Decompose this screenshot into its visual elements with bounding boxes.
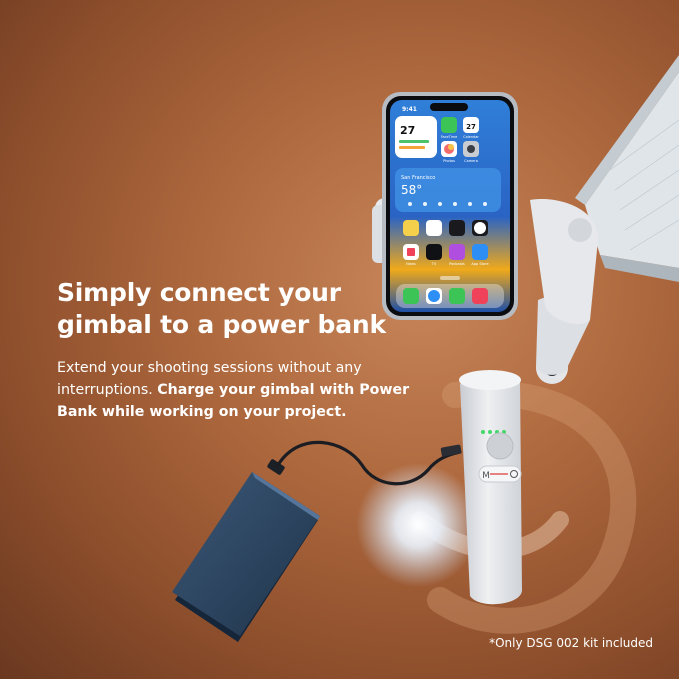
headline: Simply connect your gimbal to a power ba…	[57, 277, 386, 341]
joystick	[486, 432, 514, 460]
dynamic-island	[430, 103, 468, 111]
calendar-app-label: Calendar	[463, 135, 479, 139]
music-app-icon	[472, 288, 488, 304]
headline-line-1: Simply connect your	[57, 278, 341, 307]
phone-app-icon	[403, 288, 419, 304]
calendar-widget	[395, 116, 437, 158]
smartphone: 9:41 27 27 FaceTime Calendar Photos Came…	[382, 92, 518, 320]
footnote: *Only DSG 002 kit included	[489, 636, 653, 650]
reminders-app-icon	[426, 220, 442, 236]
news-app-label: News	[406, 262, 416, 266]
phone-clock: 9:41	[402, 106, 417, 113]
tv-app-icon	[426, 244, 442, 260]
stocks-app-icon	[449, 220, 465, 236]
podcasts-app-label: Podcasts	[449, 262, 465, 266]
tv-app-label: TV	[431, 262, 437, 266]
photos-app-label: Photos	[443, 159, 455, 163]
camera-app-label: Camera	[464, 159, 478, 163]
messages-app-icon	[449, 288, 465, 304]
facetime-app-label: FaceTime	[441, 135, 457, 139]
product-banner: M 9:41 27 27 FaceTime Calendar Photos Ca…	[0, 0, 679, 679]
power-bank	[172, 459, 320, 642]
calendar-app-day: 27	[466, 123, 476, 131]
calendar-widget-day: 27	[400, 124, 415, 137]
headline-line-2: gimbal to a power bank	[57, 310, 386, 339]
mode-button-label: M	[482, 471, 490, 481]
body-text: Extend your shooting sessions without an…	[57, 357, 417, 423]
facetime-app-icon	[441, 117, 457, 133]
weather-temp: 58°	[401, 183, 422, 197]
appstore-app-label: App Store	[471, 262, 488, 266]
appstore-app-icon	[472, 244, 488, 260]
notes-app-icon	[403, 220, 419, 236]
podcasts-app-icon	[449, 244, 465, 260]
weather-city: San Francisco	[401, 175, 435, 181]
light-glow	[356, 463, 480, 587]
